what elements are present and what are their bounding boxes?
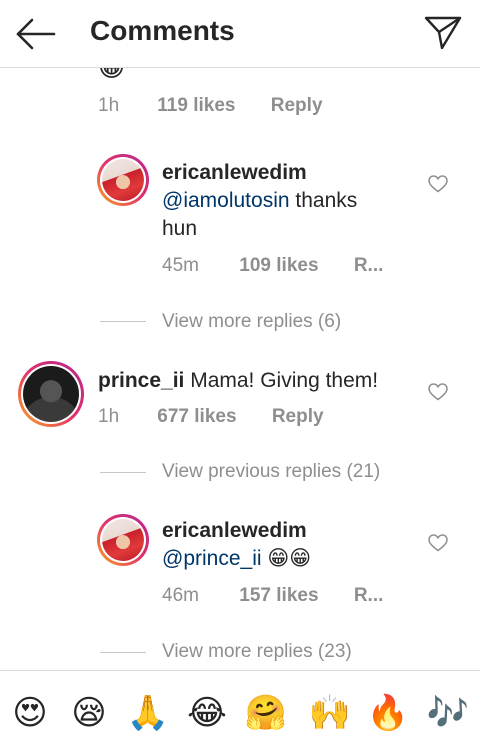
comment-body: prince_ii Mama! Giving them! — [98, 367, 428, 395]
header-bar: Comments — [0, 0, 480, 68]
comment-time: 45m — [162, 255, 199, 276]
view-more-replies-button[interactable]: View more replies (6) — [162, 311, 341, 333]
avatar[interactable] — [97, 514, 149, 566]
avatar[interactable] — [97, 154, 149, 206]
sleepy-face-emoji-button[interactable]: 😪 — [67, 691, 111, 735]
back-arrow-icon[interactable] — [14, 16, 58, 52]
comment-meta: 1h 677 likes Reply — [98, 406, 324, 428]
comment-emojis: 😁😁 — [261, 547, 312, 570]
direct-message-icon[interactable] — [422, 12, 464, 52]
reply-button[interactable]: R... — [354, 585, 384, 607]
musical-notes-emoji-button[interactable]: 🎶 — [426, 691, 470, 735]
comments-list[interactable]: 😀 1h 119 likes Reply ericanlewedim @iamo… — [0, 68, 480, 670]
heart-icon[interactable] — [428, 175, 448, 193]
folded-hands-emoji-button[interactable]: 🙏 — [126, 691, 170, 735]
comment-time: 46m — [162, 585, 199, 606]
heart-icon[interactable] — [428, 534, 448, 552]
profile-photo — [102, 519, 144, 561]
comment-time: 1h — [98, 406, 120, 427]
reply-button[interactable]: Reply — [272, 406, 324, 428]
comment-username[interactable]: prince_ii — [98, 369, 184, 392]
comment-text: Mama! Giving them! — [184, 369, 379, 392]
avatar[interactable] — [18, 361, 84, 427]
likes-button[interactable]: 119 likes — [157, 95, 235, 117]
view-more-replies-button[interactable]: View more replies (23) — [162, 641, 352, 663]
reply-button[interactable]: Reply — [271, 95, 323, 117]
tears-of-joy-emoji-button[interactable]: 😂 — [185, 691, 229, 735]
view-previous-replies-button[interactable]: View previous replies (21) — [162, 461, 380, 483]
fire-emoji-button[interactable]: 🔥 — [366, 691, 410, 735]
comment-time: 1h — [98, 95, 120, 116]
heart-icon[interactable] — [428, 383, 448, 401]
divider — [100, 472, 146, 473]
comment-text-cont: hun — [162, 217, 198, 240]
mention-link[interactable]: @prince_ii — [162, 547, 262, 570]
mention-link[interactable]: @iamolutosin — [162, 189, 290, 212]
comment-username[interactable]: ericanlewedim — [162, 161, 307, 184]
comment-meta: 46m 157 likes R... — [162, 585, 383, 607]
divider — [100, 652, 146, 653]
raising-hands-emoji-button[interactable]: 🙌 — [308, 691, 352, 735]
likes-button[interactable]: 677 likes — [157, 406, 236, 428]
comment-body: ericanlewedim @prince_ii 😁😁 — [162, 517, 412, 573]
likes-button[interactable]: 109 likes — [239, 255, 318, 277]
emoji-quick-bar: 😍 😪 🙏 😂 🤗 🙌 🔥 🎶 — [0, 670, 480, 755]
comment-text: thanks — [289, 189, 358, 212]
comment-meta: 45m 109 likes R... — [162, 255, 383, 277]
reply-button[interactable]: R... — [354, 255, 384, 277]
profile-photo — [102, 159, 144, 201]
heart-eyes-emoji-button[interactable]: 😍 — [8, 691, 52, 735]
page-title: Comments — [90, 15, 235, 46]
comment-emoji: 😀 — [98, 68, 125, 83]
comment-body: ericanlewedim @iamolutosin thanks hun — [162, 159, 412, 243]
divider — [100, 321, 146, 322]
comment-meta: 1h 119 likes Reply — [98, 95, 323, 117]
comment-username[interactable]: ericanlewedim — [162, 519, 307, 542]
likes-button[interactable]: 157 likes — [239, 585, 318, 607]
hugging-face-emoji-button[interactable]: 🤗 — [244, 691, 288, 735]
profile-photo — [23, 366, 79, 422]
